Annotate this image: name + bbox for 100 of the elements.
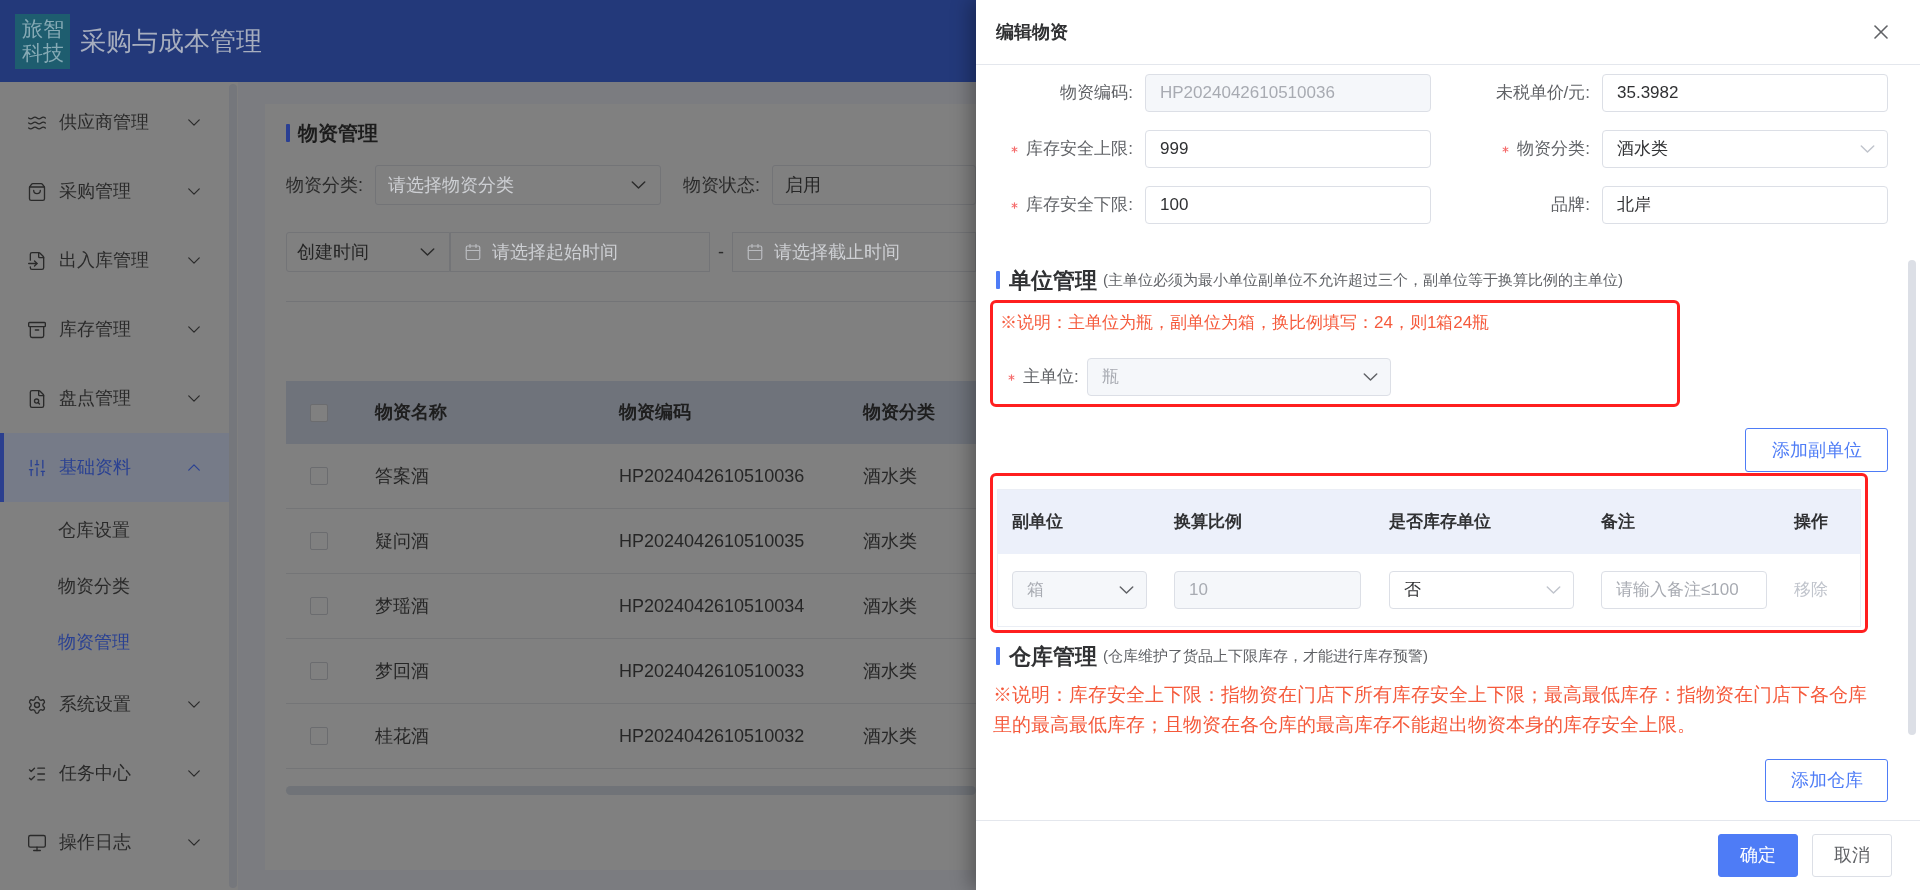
column-header: 备注 [1601, 512, 1635, 532]
table-cell-text: 梦回酒 [375, 659, 430, 683]
select-field[interactable]: 酒水类 [1602, 130, 1888, 168]
field-label: 主单位: [1023, 366, 1079, 389]
column-header: 副单位 [1012, 512, 1063, 532]
select-field[interactable]: 否 [1389, 571, 1574, 609]
filter-select[interactable]: 请选择物资分类 [375, 165, 661, 205]
chevron-down-icon [1362, 373, 1378, 381]
logo-text: 科技 [21, 41, 64, 65]
sidebar-subitem[interactable]: 物资管理 [0, 614, 229, 670]
column-header: 物资名称 [375, 401, 448, 424]
sidebar-item[interactable]: 库存管理 [0, 295, 229, 364]
table-cell-text: HP2024042610510033 [619, 659, 806, 683]
sidebar-item-label: 采购管理 [59, 180, 132, 203]
section-hint: (仓库维护了货品上下限库存，才能进行库存预警) [1103, 645, 1428, 666]
accent-bar [996, 271, 1000, 289]
table-cell-text: 桂花酒 [375, 724, 430, 748]
sidebar-item[interactable]: 采购管理 [0, 157, 229, 226]
chevron-down-icon [1860, 145, 1875, 153]
sidebar-item[interactable]: 基础资料 [0, 433, 229, 502]
table-cell-text: HP2024042610510032 [619, 724, 806, 748]
table-cell-text: HP2024042610510035 [619, 529, 806, 553]
note-text: ※说明：库存安全上下限：指物资在门店下所有库存安全上下限；最高最低库存：指物资在门店下各仓库里的最高最低库存；且物资在各仓库的最高库存不能超出物资本身的库存安全上限。 [993, 683, 1868, 737]
date-field-select[interactable]: 创建时间 [286, 232, 450, 272]
table-cell-text: 酒水类 [863, 659, 918, 683]
column-header: 换算比例 [1174, 512, 1242, 532]
file-search-icon [27, 388, 47, 409]
table-cell-text: 疑问酒 [375, 529, 430, 553]
sidebar-item[interactable]: 操作日志 [0, 808, 229, 877]
app-title: 采购与成本管理 [80, 24, 262, 58]
field-label: 物资编码: [1060, 82, 1133, 105]
page-title: 物资管理 [298, 121, 378, 146]
accent-bar [286, 124, 290, 142]
filter-input[interactable]: 启用 [772, 165, 976, 205]
sidebar-item[interactable]: 供应商管理 [0, 88, 229, 157]
sidebar-item-label: 盘点管理 [59, 387, 132, 410]
archive-icon [27, 319, 47, 340]
sidebar-item[interactable]: 出入库管理 [0, 226, 229, 295]
monitor-icon [27, 832, 47, 853]
sidebar-item[interactable]: 任务中心 [0, 739, 229, 808]
column-header: 物资编码 [619, 401, 692, 424]
file-arrow-icon [27, 250, 47, 271]
sidebar-item-label: 出入库管理 [59, 249, 150, 272]
accent-bar [996, 647, 1000, 665]
section-hint: (主单位必须为最小单位副单位不允许超过三个，副单位等于换算比例的主单位) [1103, 269, 1623, 290]
column-header: 操作 [1794, 512, 1828, 532]
input-field[interactable]: 999 [1145, 130, 1431, 168]
note-text: ※说明：主单位为瓶，副单位为箱，换比例填写：24，则1箱24瓶 [1000, 312, 1491, 334]
table-cell-text: 酒水类 [863, 594, 918, 618]
column-header: 物资分类 [863, 401, 936, 424]
bag-icon [27, 181, 47, 202]
calendar-icon [746, 243, 764, 261]
input-field[interactable]: 100 [1145, 186, 1431, 224]
sidebar-item[interactable]: 系统设置 [0, 670, 229, 739]
field-label: 未税单价/元: [1495, 82, 1590, 105]
sidebar-subitem[interactable]: 仓库设置 [0, 502, 229, 558]
sliders-icon [27, 457, 47, 478]
filter-label: 物资状态: [683, 173, 761, 197]
table-cell-text: HP2024042610510036 [619, 464, 806, 488]
settings-icon [27, 694, 47, 715]
sidebar-subitem[interactable]: 物资分类 [0, 558, 229, 614]
range-separator: - [718, 240, 724, 264]
date-input[interactable]: 请选择截止时间 [732, 232, 976, 272]
chevron-down-icon [1119, 586, 1134, 594]
calendar-icon [464, 243, 482, 261]
table-cell-text: 梦瑶酒 [375, 594, 430, 618]
logo-text: 旅智 [21, 17, 64, 41]
filter-label: 物资分类: [286, 173, 363, 197]
chevron-down-icon [631, 181, 646, 189]
input-field[interactable]: 请输入备注≤100 [1601, 571, 1767, 609]
chevron-down-icon [1546, 586, 1561, 594]
chevron-down-icon [420, 248, 435, 256]
confirm-button[interactable]: 确定 [1718, 834, 1798, 877]
input-field[interactable]: 北岸 [1602, 186, 1888, 224]
table-cell-text: 答案酒 [375, 464, 430, 488]
date-input[interactable]: 请选择起始时间 [450, 232, 710, 272]
table-cell-text: 酒水类 [863, 464, 918, 488]
sidebar-item-label: 库存管理 [59, 318, 132, 341]
field-label: 库存安全下限: [1026, 194, 1133, 217]
sidebar-item-label: 供应商管理 [59, 111, 150, 134]
table-cell-text: 酒水类 [863, 724, 918, 748]
sidebar-item-label: 操作日志 [59, 831, 132, 854]
column-header: 是否库存单位 [1389, 512, 1491, 532]
field-label: 物资分类: [1517, 138, 1590, 161]
sidebar-item[interactable]: 盘点管理 [0, 364, 229, 433]
input-field[interactable]: 35.3982 [1602, 74, 1888, 112]
section-title: 仓库管理 [1009, 642, 1097, 671]
add-sub-unit-button[interactable]: 添加副单位 [1745, 428, 1888, 472]
scrollbar-thumb[interactable] [286, 786, 976, 795]
add-warehouse-button[interactable]: 添加仓库 [1765, 759, 1888, 802]
table-cell-text: 酒水类 [863, 529, 918, 553]
cancel-button[interactable]: 取消 [1812, 834, 1892, 877]
table-cell-text: HP2024042610510034 [619, 594, 806, 618]
sidebar-item-label: 系统设置 [59, 693, 132, 716]
field-label: 品牌: [1551, 194, 1590, 217]
sidebar-item-label: 任务中心 [59, 762, 132, 785]
section-title: 单位管理 [1009, 266, 1097, 295]
scrollbar-thumb[interactable] [1908, 260, 1916, 735]
field-label: 库存安全上限: [1026, 138, 1133, 161]
sidebar-item-label: 基础资料 [59, 456, 132, 479]
